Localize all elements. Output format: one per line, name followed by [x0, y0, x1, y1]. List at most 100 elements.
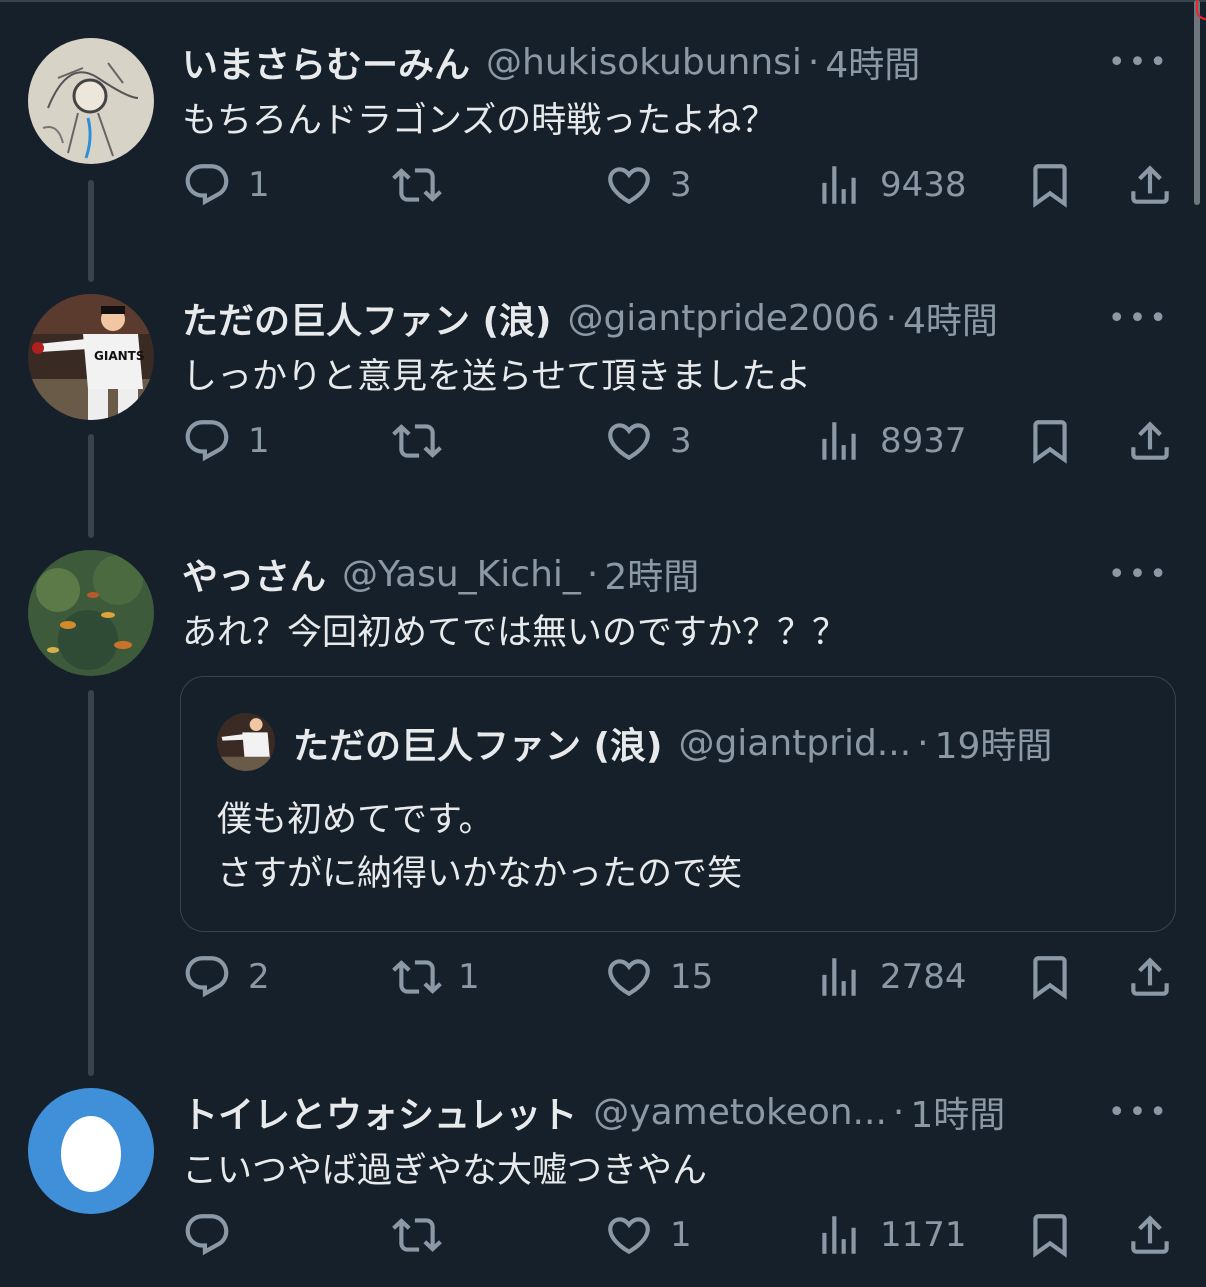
quoted-display-name: ただの巨人ファン (浪) — [293, 726, 663, 767]
tweet-text: もちろんドラゴンズの時戦ったよね？ — [182, 101, 777, 141]
like-count: 15 — [670, 957, 714, 997]
user-handle[interactable]: @hukisokubunnsi — [486, 42, 802, 83]
display-name[interactable]: ただの巨人ファン (浪) — [182, 292, 551, 344]
bookmark-icon — [1025, 416, 1075, 466]
tweet-text: しっかりと意見を送らせて頂きましたよ — [182, 357, 812, 397]
views-button[interactable]: 9438 — [814, 160, 967, 210]
avatar[interactable] — [28, 550, 154, 676]
like-icon — [604, 1210, 654, 1260]
user-handle[interactable]: @yametokeon... — [593, 1092, 887, 1133]
views-button[interactable]: 1171 — [814, 1210, 967, 1260]
retweet-icon — [392, 1210, 442, 1260]
retweet-icon — [392, 160, 442, 210]
user-handle[interactable]: @giantpride2006 — [567, 298, 879, 339]
bookmark-icon — [1025, 1210, 1075, 1260]
views-count: 8937 — [880, 421, 967, 461]
share-button[interactable] — [1125, 952, 1175, 1002]
reply-count: 2 — [248, 957, 270, 997]
thread-line — [88, 690, 94, 1076]
share-button[interactable] — [1125, 1210, 1175, 1260]
reply-icon — [182, 952, 232, 1002]
reply-button[interactable]: 1 — [182, 416, 270, 466]
quoted-tweet[interactable]: ただの巨人ファン (浪) @giantprid... · 19時間 僕も初めてで… — [180, 676, 1176, 932]
action-bar: 2 1 15 2784 — [0, 952, 1206, 1012]
reply-icon — [182, 416, 232, 466]
timestamp[interactable]: 1時間 — [910, 1086, 1005, 1138]
views-count: 1171 — [880, 1215, 967, 1255]
top-divider — [0, 0, 1206, 2]
bookmark-button[interactable] — [1025, 952, 1075, 1002]
user-handle[interactable]: @Yasu_Kichi_ — [342, 554, 581, 595]
reply-count: 1 — [248, 421, 270, 461]
retweet-button[interactable] — [392, 1210, 458, 1260]
retweet-button[interactable] — [392, 416, 458, 466]
separator-dot: · — [892, 1091, 905, 1133]
like-icon — [604, 160, 654, 210]
views-icon — [814, 160, 864, 210]
views-icon — [814, 952, 864, 1002]
retweet-count: 1 — [458, 957, 480, 997]
quoted-user-handle: @giantprid... — [678, 722, 912, 764]
reply-button[interactable] — [182, 1210, 248, 1260]
like-button[interactable]: 3 — [604, 416, 692, 466]
reply-count: 1 — [248, 165, 270, 205]
like-button[interactable]: 15 — [604, 952, 713, 1002]
timestamp[interactable]: 4時間 — [825, 36, 920, 88]
views-count: 9438 — [880, 165, 967, 205]
retweet-icon — [392, 416, 442, 466]
timestamp[interactable]: 2時間 — [604, 548, 699, 600]
views-button[interactable]: 2784 — [814, 952, 967, 1002]
views-icon — [814, 1210, 864, 1260]
like-button[interactable]: 1 — [604, 1210, 692, 1260]
like-button[interactable]: 3 — [604, 160, 692, 210]
tweet-text: あれ？今回初めてでは無いのですか？？？ — [182, 613, 848, 653]
bookmark-icon — [1025, 160, 1075, 210]
tweet-text: こいつやば過ぎやな大嘘つきやん — [182, 1151, 708, 1191]
reply-button[interactable]: 1 — [182, 160, 270, 210]
display-name[interactable]: トイレとウォシュレット — [182, 1086, 577, 1138]
quoted-avatar — [217, 713, 275, 771]
retweet-button[interactable]: 1 — [392, 952, 480, 1002]
display-name[interactable]: やっさん — [182, 548, 326, 600]
bookmark-button[interactable] — [1025, 160, 1075, 210]
separator-dot: · — [586, 553, 599, 595]
separator-dot: · — [807, 41, 820, 83]
share-icon — [1125, 416, 1175, 466]
retweet-icon — [392, 952, 442, 1002]
views-button[interactable]: 8937 — [814, 416, 967, 466]
avatar[interactable] — [28, 1088, 154, 1214]
more-icon[interactable]: ••• — [1108, 560, 1170, 590]
action-bar: 1 1171 — [0, 1210, 1206, 1270]
reply-icon — [182, 1210, 232, 1260]
share-icon — [1125, 952, 1175, 1002]
share-button[interactable] — [1125, 160, 1175, 210]
avatar[interactable]: GIANTS — [28, 294, 154, 420]
share-icon — [1125, 1210, 1175, 1260]
display-name[interactable]: いまさらむーみん — [182, 36, 470, 88]
retweet-button[interactable] — [392, 160, 458, 210]
reply-icon — [182, 160, 232, 210]
bookmark-button[interactable] — [1025, 1210, 1075, 1260]
timestamp[interactable]: 4時間 — [903, 292, 998, 344]
separator-dot: · — [885, 297, 898, 339]
like-icon — [604, 416, 654, 466]
avatar[interactable] — [28, 38, 154, 164]
views-count: 2784 — [880, 957, 967, 997]
share-icon — [1125, 160, 1175, 210]
svg-text:GIANTS: GIANTS — [94, 349, 144, 363]
like-count: 3 — [670, 421, 692, 461]
quoted-timestamp: 19時間 — [934, 726, 1053, 767]
like-count: 1 — [670, 1215, 692, 1255]
like-count: 3 — [670, 165, 692, 205]
bookmark-icon — [1025, 952, 1075, 1002]
action-bar: 1 3 8937 — [0, 416, 1206, 476]
separator-dot: · — [917, 722, 929, 764]
more-icon[interactable]: ••• — [1108, 304, 1170, 334]
share-button[interactable] — [1125, 416, 1175, 466]
action-bar: 1 3 9438 — [0, 160, 1206, 220]
more-icon[interactable]: ••• — [1108, 48, 1170, 78]
more-icon[interactable]: ••• — [1108, 1098, 1170, 1128]
bookmark-button[interactable] — [1025, 416, 1075, 466]
like-icon — [604, 952, 654, 1002]
reply-button[interactable]: 2 — [182, 952, 270, 1002]
